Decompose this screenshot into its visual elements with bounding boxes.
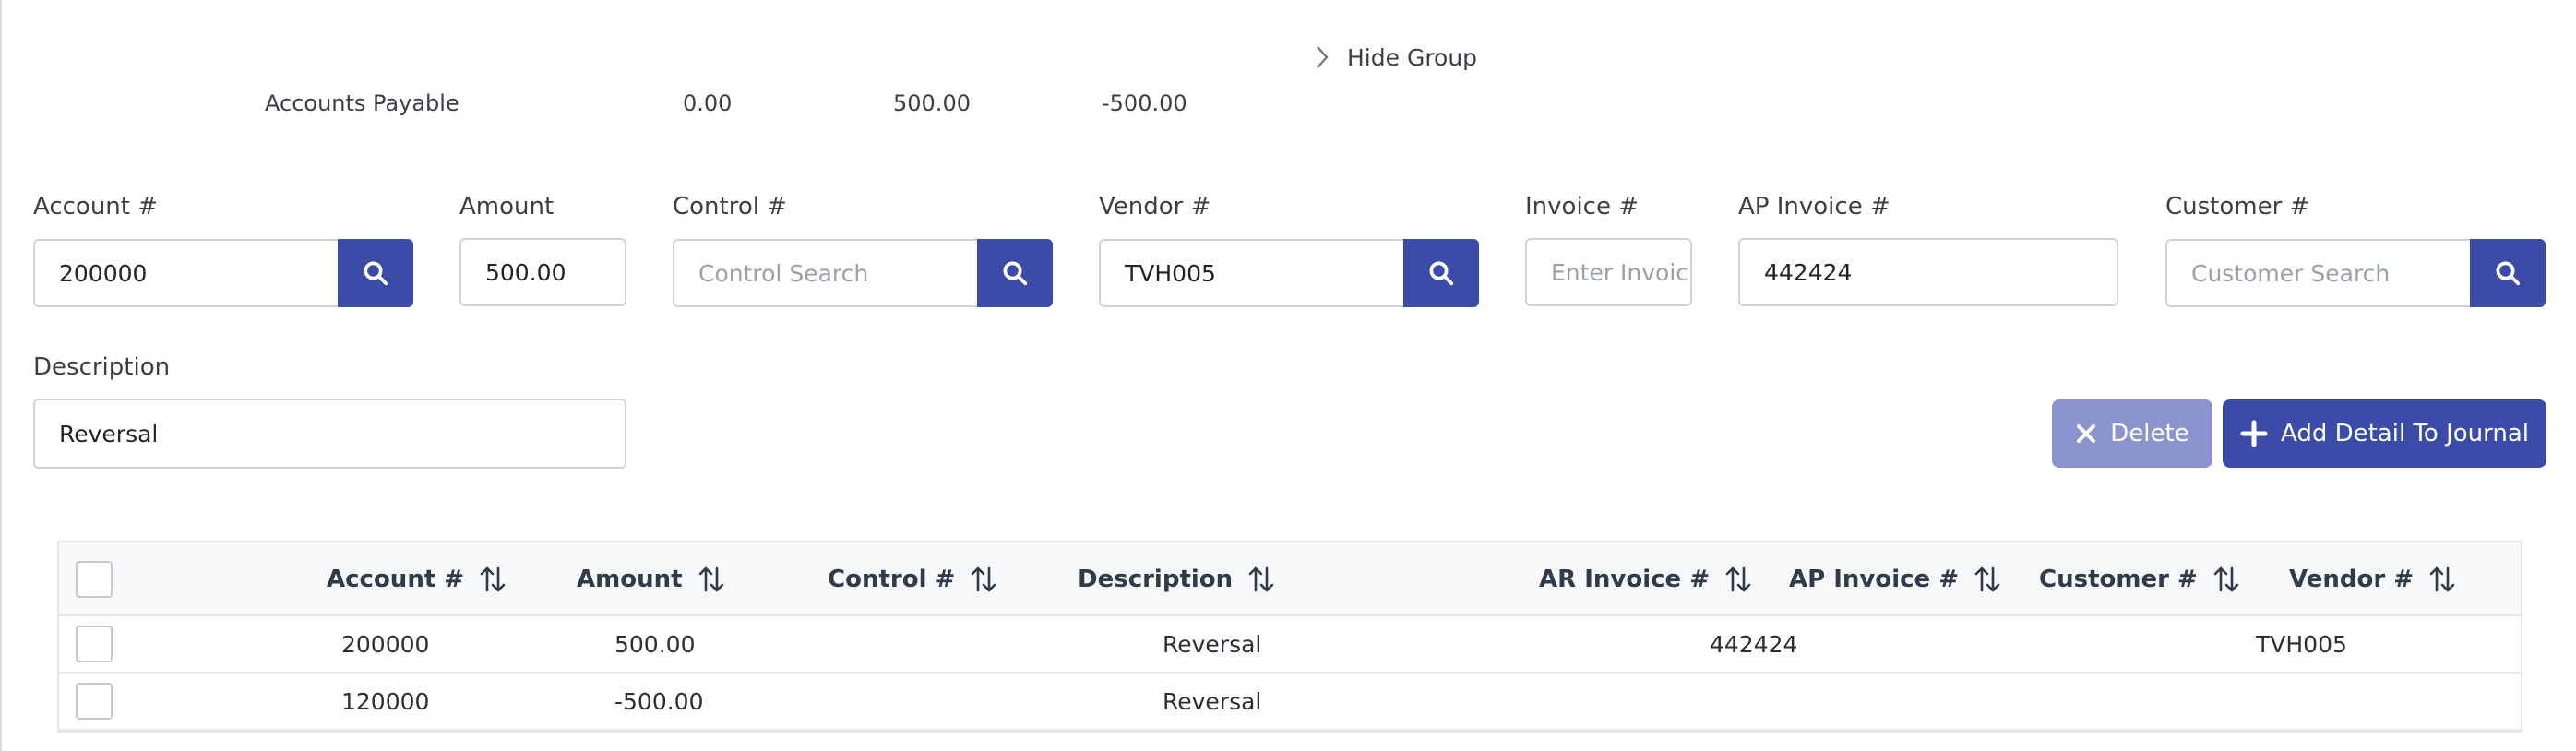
- cell-description: Reversal: [1163, 631, 1262, 658]
- search-icon: [364, 261, 388, 286]
- account-search-button[interactable]: [338, 239, 413, 307]
- ap-invoice-label: AP Invoice #: [1738, 193, 1890, 221]
- vendor-input[interactable]: TVH005: [1099, 239, 1405, 307]
- customer-search-button[interactable]: [2470, 239, 2546, 307]
- ap-invoice-input[interactable]: 442424: [1738, 238, 2118, 306]
- left-border: [0, 0, 2, 751]
- description-input[interactable]: Reversal: [33, 399, 626, 469]
- chevron-right-icon: [1317, 46, 1329, 68]
- journal-detail-table: Account # Amount Control # Description A…: [57, 541, 2522, 733]
- group-debit: 0.00: [683, 90, 733, 116]
- select-all-checkbox[interactable]: [76, 561, 113, 598]
- vendor-search-button[interactable]: [1403, 239, 1479, 307]
- cell-account: 200000: [341, 631, 430, 658]
- sort-icon: [2213, 566, 2239, 592]
- control-search-input[interactable]: Control Search: [673, 239, 979, 307]
- col-customer[interactable]: Customer #: [2039, 565, 2240, 594]
- hide-group-toggle[interactable]: Hide Group: [1314, 41, 1477, 74]
- col-description[interactable]: Description: [1078, 565, 1275, 594]
- vendor-label: Vendor #: [1099, 193, 1211, 221]
- table-row[interactable]: 200000 500.00 Reversal 442424 TVH005: [59, 616, 2521, 674]
- cell-amount: 500.00: [614, 631, 696, 658]
- cell-description: Reversal: [1163, 688, 1262, 715]
- description-label: Description: [33, 353, 171, 381]
- row-checkbox[interactable]: [76, 683, 113, 720]
- sort-icon: [480, 566, 506, 592]
- hide-group-label: Hide Group: [1347, 43, 1478, 71]
- sort-icon: [1974, 566, 2000, 592]
- customer-search-input[interactable]: Customer Search: [2165, 239, 2472, 307]
- sort-icon: [1725, 566, 1751, 592]
- invoice-input[interactable]: Enter Invoic: [1525, 238, 1692, 306]
- control-search-button[interactable]: [977, 239, 1053, 307]
- col-account[interactable]: Account #: [327, 565, 507, 594]
- search-icon: [2496, 261, 2521, 286]
- row-checkbox[interactable]: [76, 626, 113, 662]
- control-label: Control #: [673, 193, 788, 221]
- customer-label: Customer #: [2165, 193, 2310, 221]
- account-label: Account #: [33, 193, 159, 221]
- account-input[interactable]: 200000: [33, 239, 340, 307]
- cell-account: 120000: [341, 688, 430, 715]
- col-ar-invoice[interactable]: AR Invoice #: [1539, 565, 1752, 594]
- group-account-name: Accounts Payable: [265, 90, 459, 116]
- table-header: Account # Amount Control # Description A…: [59, 542, 2521, 616]
- sort-icon: [698, 566, 723, 592]
- amount-label: Amount: [459, 193, 555, 221]
- cell-ap-invoice: 442424: [1710, 631, 1798, 658]
- cell-vendor: TVH005: [2256, 631, 2347, 658]
- search-icon: [1429, 261, 1454, 286]
- col-control[interactable]: Control #: [828, 565, 997, 594]
- cell-amount: -500.00: [614, 688, 704, 715]
- col-vendor[interactable]: Vendor #: [2289, 565, 2456, 594]
- sort-icon: [972, 566, 996, 592]
- sort-icon: [1248, 566, 1274, 592]
- col-amount[interactable]: Amount: [577, 565, 725, 594]
- add-detail-button-label: Add Detail To Journal: [2280, 420, 2529, 447]
- search-icon: [1003, 261, 1028, 286]
- delete-button[interactable]: Delete: [2052, 399, 2212, 468]
- group-balance: -500.00: [1102, 90, 1187, 116]
- sort-icon: [2429, 566, 2455, 592]
- delete-button-label: Delete: [2110, 420, 2189, 447]
- add-detail-button[interactable]: Add Detail To Journal: [2223, 399, 2546, 468]
- table-row[interactable]: 120000 -500.00 Reversal: [59, 674, 2521, 731]
- group-credit: 500.00: [893, 90, 971, 116]
- amount-input[interactable]: 500.00: [459, 238, 626, 306]
- close-icon: [2077, 424, 2096, 443]
- plus-icon: [2240, 420, 2268, 447]
- col-ap-invoice[interactable]: AP Invoice #: [1789, 565, 2001, 594]
- invoice-label: Invoice #: [1525, 193, 1640, 221]
